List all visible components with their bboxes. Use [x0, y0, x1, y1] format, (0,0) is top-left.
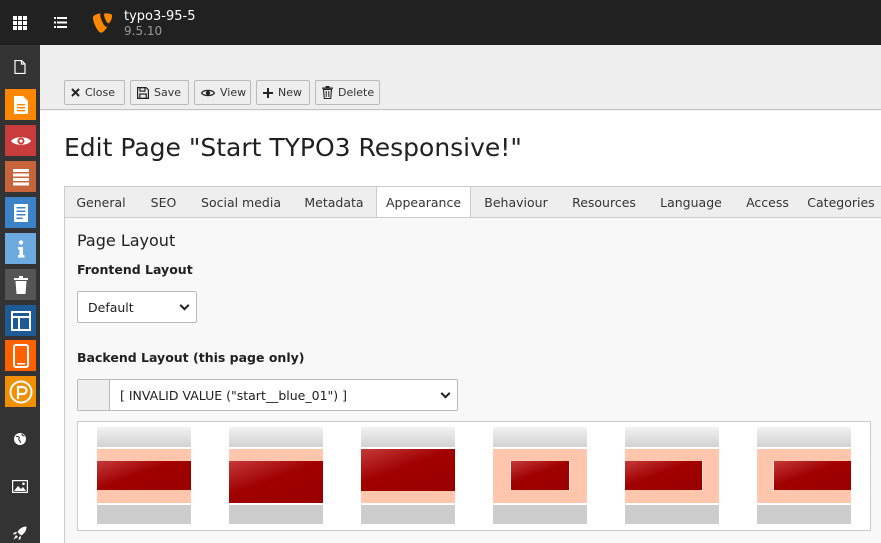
plus-icon: [263, 87, 273, 98]
sidebar-item-list[interactable]: [5, 161, 36, 192]
tab-resources[interactable]: Resources: [560, 186, 648, 218]
layout-option-3[interactable]: [361, 427, 455, 524]
sidebar-item-view[interactable]: [5, 125, 36, 156]
sidebar-item-deploy[interactable]: [4, 517, 36, 543]
layout-option-4[interactable]: [493, 427, 587, 524]
layout-option-1[interactable]: [97, 427, 191, 524]
frontend-layout-label: Frontend Layout: [77, 262, 193, 277]
tab-general[interactable]: General: [65, 186, 137, 218]
info-icon: [17, 239, 24, 257]
page-icon: [13, 95, 28, 114]
new-button-label: New: [278, 86, 302, 99]
globe-icon: [14, 433, 26, 445]
layout-option-6[interactable]: [757, 427, 851, 524]
backend-layout-thumb-slot: [78, 380, 110, 410]
backend-layout-label: Backend Layout (this page only): [77, 350, 305, 365]
form-icon: [13, 203, 28, 222]
view-button-label: View: [220, 86, 247, 99]
layout-option-2[interactable]: [229, 427, 323, 524]
site-name[interactable]: typo3-95-5: [124, 9, 195, 24]
rocket-icon: [13, 526, 27, 540]
view-button[interactable]: View: [194, 80, 251, 105]
template-icon: [10, 310, 31, 331]
new-button[interactable]: New: [256, 80, 310, 105]
save-button-label: Save: [154, 86, 182, 99]
eye-icon: [10, 136, 31, 145]
image-icon: [12, 479, 28, 493]
sidebar-item-page[interactable]: [5, 89, 36, 120]
section-title: Page Layout: [77, 231, 176, 250]
tab-language[interactable]: Language: [648, 186, 734, 218]
tab-categories[interactable]: Categories: [801, 186, 881, 218]
module-menu-toggle[interactable]: [0, 0, 40, 45]
sidebar-item-recycler[interactable]: [5, 269, 36, 300]
topbar: typo3-95-5 9.5.10: [0, 0, 881, 45]
list-module-icon: [12, 168, 29, 185]
chevron-down-icon: [440, 388, 451, 399]
trash-icon: [322, 86, 333, 99]
page-tree-toggle[interactable]: [40, 0, 80, 45]
delete-button[interactable]: Delete: [315, 80, 380, 105]
sidebar-item-mobile[interactable]: [5, 340, 36, 371]
trash-icon: [13, 275, 28, 294]
typo3-logo-icon[interactable]: [90, 11, 114, 35]
backend-layout-options: [77, 421, 871, 531]
sidebar-item-template[interactable]: [5, 305, 36, 336]
file-icon: [14, 60, 26, 74]
sidebar-item-powermail[interactable]: [5, 376, 36, 407]
close-button[interactable]: Close: [64, 80, 125, 105]
sidebar-item-info[interactable]: [5, 233, 36, 264]
frontend-layout-select[interactable]: Default: [77, 291, 197, 323]
chevron-down-icon: [179, 300, 190, 311]
tab-appearance[interactable]: Appearance: [376, 186, 471, 218]
sidebar-item-file[interactable]: [4, 51, 36, 83]
tab-social-media[interactable]: Social media: [190, 186, 292, 218]
layout-option-5[interactable]: [625, 427, 719, 524]
module-sidebar: [0, 45, 40, 543]
frontend-layout-value: Default: [88, 299, 134, 315]
site-version: 9.5.10: [124, 24, 163, 38]
page-title: Edit Page "Start TYPO3 Responsive!": [64, 133, 522, 162]
save-icon: [137, 86, 149, 99]
sidebar-item-filelist[interactable]: [4, 470, 36, 502]
sidebar-item-sites[interactable]: [4, 423, 36, 455]
powermail-icon: [9, 380, 32, 403]
delete-button-label: Delete: [338, 86, 375, 99]
grid-icon: [13, 15, 27, 30]
tab-metadata[interactable]: Metadata: [292, 186, 376, 218]
save-button[interactable]: Save: [130, 80, 189, 105]
list-icon: [53, 17, 67, 28]
backend-layout-value: [ INVALID VALUE ("start__blue_01") ]: [120, 387, 347, 403]
backend-layout-select[interactable]: [ INVALID VALUE ("start__blue_01") ]: [77, 379, 458, 411]
close-icon: [71, 88, 80, 97]
sidebar-item-form[interactable]: [5, 197, 36, 228]
eye-icon: [201, 89, 215, 96]
tab-access[interactable]: Access: [734, 186, 801, 218]
close-button-label: Close: [85, 86, 115, 99]
tablet-icon: [12, 343, 29, 368]
tab-behaviour[interactable]: Behaviour: [472, 186, 560, 218]
tab-seo[interactable]: SEO: [137, 186, 190, 218]
